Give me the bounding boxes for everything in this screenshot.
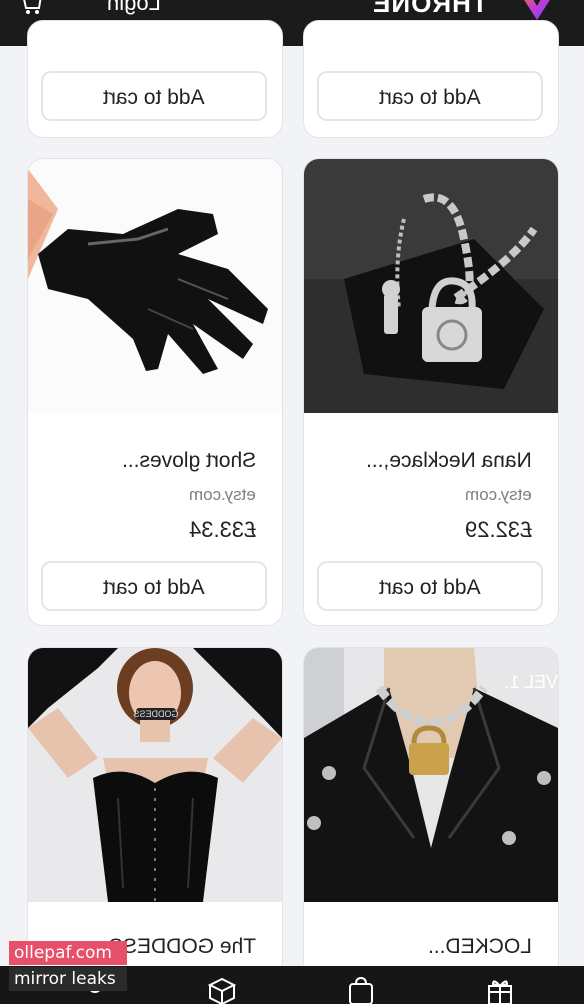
box-icon[interactable]: [207, 976, 237, 1004]
product-image-locked[interactable]: VEL 1.: [304, 648, 558, 902]
cart-icon[interactable]: [22, 0, 48, 16]
product-card-goddess[interactable]: GODDESS The GODDESS: [27, 647, 283, 979]
product-image-glove[interactable]: [28, 159, 282, 413]
product-price: £32.29: [464, 517, 532, 542]
bag-icon[interactable]: [346, 976, 376, 1004]
overlay-text: VEL 1.: [505, 672, 558, 692]
product-card-locked[interactable]: VEL 1. LOCKED...: [303, 647, 559, 979]
product-image-goddess[interactable]: GODDESS: [28, 648, 282, 902]
product-store: etsy.com: [189, 485, 256, 504]
product-title[interactable]: Short gloves...: [28, 449, 256, 473]
watermark-line1: ollepaf.com: [9, 941, 127, 965]
product-title[interactable]: Nana Necklace,...: [304, 449, 532, 473]
product-price: £33.34: [188, 517, 256, 542]
add-to-cart-button[interactable]: Add to cart: [41, 561, 267, 611]
product-store: etsy.com: [465, 485, 532, 504]
login-link[interactable]: Login: [107, 0, 161, 16]
gift-icon[interactable]: [485, 976, 515, 1004]
product-card-nana-necklace[interactable]: Nana Necklace,... etsy.com £32.29 Add to…: [303, 158, 559, 626]
product-card-prev-left: ▔▔▔▔ Add to cart: [27, 20, 283, 138]
throne-logo-icon[interactable]: [515, 0, 559, 22]
watermark-line2: mirror leaks: [9, 967, 127, 991]
product-title[interactable]: LOCKED...: [304, 935, 532, 959]
price-cut: ▔▔▔▔: [304, 21, 558, 30]
product-image-necklace[interactable]: [304, 159, 558, 413]
add-to-cart-button[interactable]: Add to cart: [41, 71, 267, 121]
product-card-short-gloves[interactable]: Short gloves... etsy.com £33.34 Add to c…: [27, 158, 283, 626]
add-to-cart-button[interactable]: Add to cart: [317, 561, 543, 611]
watermark: ollepaf.com mirror leaks: [9, 941, 127, 991]
product-card-prev-right: ▔▔▔▔ Add to cart: [303, 20, 559, 138]
price-cut: ▔▔▔▔: [28, 21, 282, 30]
choker-text: GODDESS: [133, 709, 178, 719]
add-to-cart-button[interactable]: Add to cart: [317, 71, 543, 121]
brand-name: THRONE: [372, 0, 488, 18]
